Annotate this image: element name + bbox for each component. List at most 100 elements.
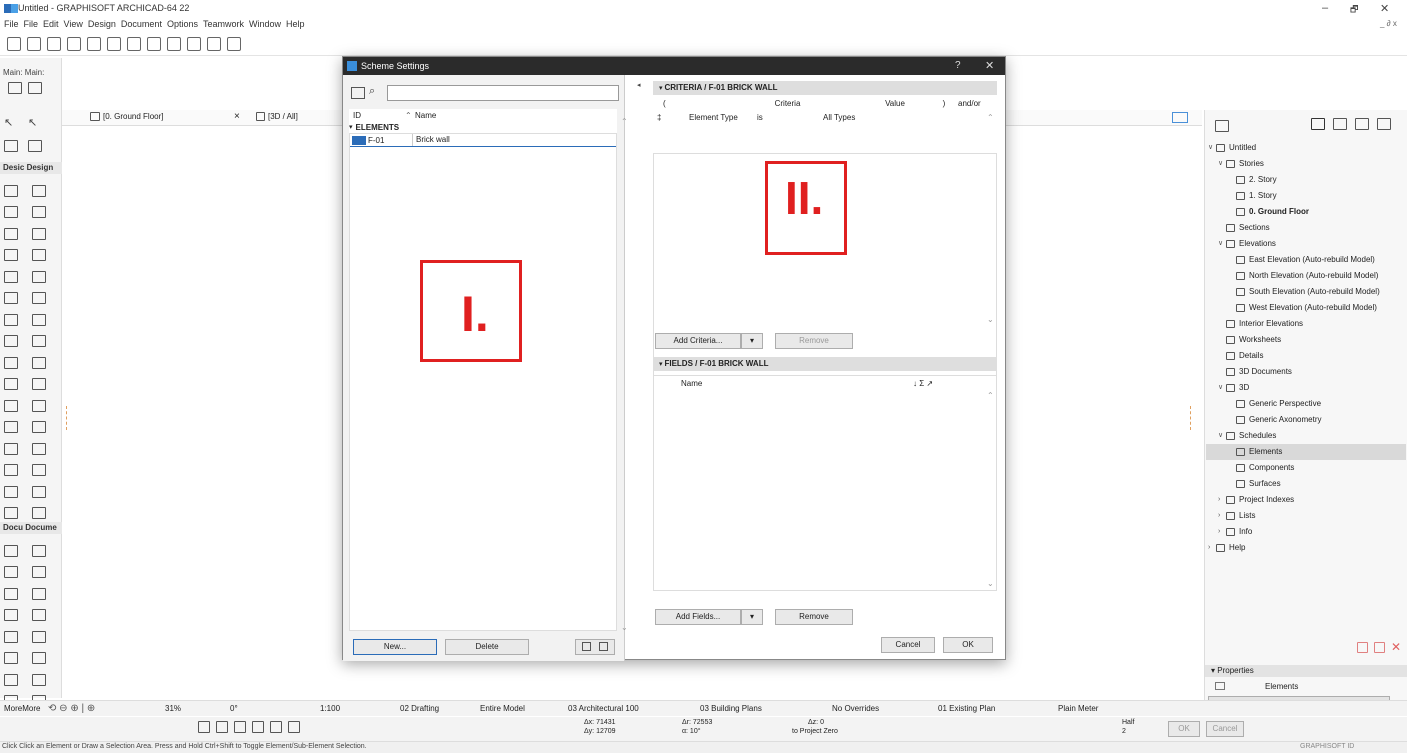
design-tool-icon[interactable] — [4, 485, 18, 498]
menu-window-8[interactable]: Window — [249, 19, 281, 29]
nav-item[interactable]: ∨ 3D — [1206, 380, 1406, 396]
splitter-right[interactable] — [1190, 406, 1191, 430]
add-fields-button[interactable]: Add Fields... — [655, 609, 741, 625]
cancel-button[interactable]: Cancel — [881, 637, 935, 653]
design-tool-icon[interactable] — [4, 206, 18, 219]
document-tool-icon[interactable] — [4, 544, 18, 557]
pen-set[interactable]: 03 Architectural 100 — [568, 704, 639, 713]
hotspot-icon[interactable] — [167, 37, 181, 51]
marquee-tool-icon-2[interactable] — [28, 140, 42, 152]
fields-scroll-up[interactable]: ⌃ — [987, 391, 994, 400]
to-project-zero[interactable]: to Project Zero — [792, 728, 838, 735]
nav-item[interactable]: Interior Elevations — [1206, 316, 1406, 332]
design-tool-icon[interactable] — [4, 464, 18, 477]
hash-grid-icon[interactable] — [187, 37, 201, 51]
document-window-controls[interactable]: _ ∂ x — [1380, 19, 1397, 28]
nav-item[interactable]: ∨ Elevations — [1206, 236, 1406, 252]
document-tool-icon[interactable] — [32, 544, 46, 557]
nav-item[interactable]: 3D Documents — [1206, 364, 1406, 380]
export-icon[interactable] — [599, 642, 609, 651]
scheme-row[interactable]: F-01 Brick wall — [350, 134, 616, 147]
nav-item[interactable]: Worksheets — [1206, 332, 1406, 348]
nav-chevron-icon[interactable]: ∨ — [1218, 428, 1226, 444]
menu-view-3[interactable]: View — [64, 19, 83, 29]
document-tool-icon[interactable] — [32, 609, 46, 622]
nav-item[interactable]: Generic Perspective — [1206, 396, 1406, 412]
design-section-header[interactable]: Desic Design — [0, 162, 62, 174]
renovation-filter[interactable]: 01 Existing Plan — [938, 704, 995, 713]
grid-icon[interactable] — [127, 37, 141, 51]
nav-chevron-icon[interactable]: ∨ — [1218, 236, 1226, 252]
fill-icon[interactable] — [227, 37, 241, 51]
design-tool-icon[interactable] — [32, 270, 46, 283]
import-icon[interactable] — [581, 642, 591, 651]
design-tool-icon[interactable] — [32, 249, 46, 262]
criteria-header[interactable]: ▾ CRITERIA / F-01 BRICK WALL — [653, 81, 997, 95]
dialog-close-button[interactable]: ✕ — [985, 59, 994, 72]
design-tool-icon[interactable] — [4, 399, 18, 412]
search-input[interactable] — [387, 85, 619, 101]
dimension-icon[interactable] — [147, 37, 161, 51]
list-scroll-down[interactable]: ⌄ — [621, 623, 628, 632]
nav-item[interactable]: Components — [1206, 460, 1406, 476]
document-tool-icon[interactable] — [4, 652, 18, 665]
menu-help-9[interactable]: Help — [286, 19, 305, 29]
fields-scroll-down[interactable]: ⌄ — [987, 579, 994, 588]
menu-options-6[interactable]: Options — [167, 19, 198, 29]
refresh-icon[interactable] — [47, 37, 61, 51]
design-tool-icon[interactable] — [4, 356, 18, 369]
more-label[interactable]: MoreMore — [4, 704, 40, 713]
drag-handle-icon[interactable]: ‡ — [655, 113, 689, 122]
nav-item[interactable]: 2. Story — [1206, 172, 1406, 188]
design-tool-icon[interactable] — [32, 292, 46, 305]
menu-teamwork-7[interactable]: Teamwork — [203, 19, 244, 29]
design-tool-icon[interactable] — [4, 292, 18, 305]
restore-button[interactable]: 🗗 — [1350, 2, 1358, 18]
graphisoft-id[interactable]: GRAPHISOFT ID — [1300, 743, 1354, 750]
nav-item[interactable]: ∨ Stories — [1206, 156, 1406, 172]
design-tool-icon[interactable] — [4, 378, 18, 391]
nav-item[interactable]: › Info — [1206, 524, 1406, 540]
document-tool-icon[interactable] — [4, 673, 18, 686]
nav-chevron-icon[interactable]: › — [1208, 540, 1216, 556]
splitter-left[interactable] — [66, 406, 67, 430]
document-tool-icon[interactable] — [32, 587, 46, 600]
nav-item[interactable]: South Elevation (Auto-rebuild Model) — [1206, 284, 1406, 300]
document-tool-icon[interactable] — [4, 587, 18, 600]
nav-chevron-icon[interactable]: › — [1218, 524, 1226, 540]
design-tool-icon[interactable] — [4, 270, 18, 283]
design-tool-icon[interactable] — [32, 356, 46, 369]
list-view-icon[interactable] — [351, 87, 365, 99]
navigator-popup-icon[interactable] — [1215, 120, 1229, 132]
mirror-icon[interactable] — [288, 721, 300, 733]
fields-header[interactable]: ▾ FIELDS / F-01 BRICK WALL — [653, 357, 997, 371]
nav-chevron-icon[interactable]: ∨ — [1218, 156, 1226, 172]
pencil-icon[interactable] — [87, 37, 101, 51]
zoom-value[interactable]: 31% — [165, 704, 181, 713]
scheme-name[interactable]: Brick wall — [412, 134, 616, 146]
tab-ground-floor[interactable]: [0. Ground Floor] — [103, 112, 163, 121]
design-tool-icon[interactable] — [32, 399, 46, 412]
design-tool-icon[interactable] — [32, 227, 46, 240]
nav-item[interactable]: › Help — [1206, 540, 1406, 556]
new-button[interactable]: New... — [353, 639, 437, 655]
criteria-row[interactable]: ‡ Element Type is All Types — [655, 111, 995, 123]
scale-value[interactable]: 1:100 — [320, 704, 340, 713]
nav-item[interactable]: Surfaces — [1206, 476, 1406, 492]
close-button[interactable]: ✕ — [1380, 2, 1389, 15]
elements-group[interactable]: ▾ ELEMENTS — [349, 121, 617, 133]
publisher-icon[interactable] — [1377, 118, 1391, 130]
angle-value[interactable]: 0° — [230, 704, 238, 713]
properties-header[interactable]: ▾ Properties — [1205, 665, 1407, 677]
nav-item[interactable]: ∨ Untitled — [1206, 140, 1406, 156]
document-tool-icon[interactable] — [32, 673, 46, 686]
magic-wand-icon[interactable] — [198, 721, 210, 733]
document-tool-icon[interactable] — [4, 609, 18, 622]
design-tool-icon[interactable] — [4, 313, 18, 326]
field-sort-sum-icons[interactable]: ↓ Σ ↗ — [913, 379, 933, 388]
model-view-options[interactable]: 03 Building Plans — [700, 704, 762, 713]
view-options-icon[interactable] — [1172, 112, 1188, 123]
design-tool-icon[interactable] — [32, 206, 46, 219]
nav-item[interactable]: 0. Ground Floor — [1206, 204, 1406, 220]
design-tool-icon[interactable] — [4, 421, 18, 434]
